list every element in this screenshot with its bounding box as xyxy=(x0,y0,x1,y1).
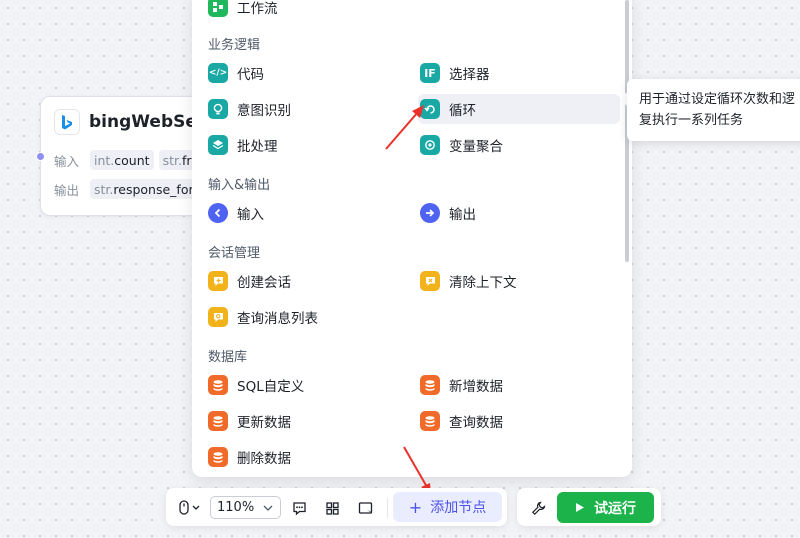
database-add-icon xyxy=(420,375,440,395)
menu-item-variable-merge[interactable]: 变量聚合 xyxy=(418,130,620,160)
minimap-button[interactable] xyxy=(355,497,377,519)
node-outputs-row: 输出 str. response_for xyxy=(54,179,203,199)
menu-item-input[interactable]: 输入 xyxy=(206,198,406,228)
section-title-session: 会话管理 xyxy=(208,246,261,261)
menu-item-intent[interactable]: 意图识别 xyxy=(206,94,406,124)
workflow-icon xyxy=(208,0,228,17)
menu-item-loop[interactable]: 循环 xyxy=(418,94,620,124)
menu-item-delete-data[interactable]: 删除数据 xyxy=(206,442,406,472)
section-title-database: 数据库 xyxy=(208,350,248,365)
test-run-button[interactable]: 试运行 xyxy=(557,492,654,523)
param-tag: int. count xyxy=(90,150,154,170)
merge-icon xyxy=(420,135,440,155)
database-icon xyxy=(208,375,228,395)
toolbar-divider xyxy=(387,498,388,518)
section-title-business: 业务逻辑 xyxy=(208,38,261,53)
output-icon xyxy=(420,203,440,223)
database-search-icon xyxy=(420,411,440,431)
menu-item-output[interactable]: 输出 xyxy=(418,198,620,228)
node-inputs-row: 输入 int. count str. fr xyxy=(54,150,201,170)
menu-item-create-session[interactable]: 创建会话 xyxy=(206,266,406,296)
comment-icon xyxy=(292,501,306,515)
menu-item-insert-data[interactable]: 新增数据 xyxy=(418,370,620,400)
interaction-mode-button[interactable] xyxy=(172,497,204,519)
menu-item-clear-context[interactable]: 清除上下文 xyxy=(418,266,620,296)
menu-item-selector[interactable]: IF 选择器 xyxy=(418,58,620,88)
database-delete-icon xyxy=(208,447,228,467)
minimap-icon xyxy=(358,501,373,514)
menu-item-query-data[interactable]: 查询数据 xyxy=(418,406,620,436)
node-input-label: 输入 xyxy=(54,153,80,169)
node-output-label: 输出 xyxy=(54,182,80,198)
layers-icon xyxy=(208,135,228,155)
menu-item-update-data[interactable]: 更新数据 xyxy=(206,406,406,436)
loop-tooltip: 用于通过设定循环次数和逻 复执行一系列任务 xyxy=(627,79,800,141)
node-input-port[interactable] xyxy=(36,152,45,161)
selector-icon: IF xyxy=(420,63,440,83)
menu-item-code[interactable]: </> 代码 xyxy=(206,58,406,88)
add-node-button[interactable]: + 添加节点 xyxy=(393,492,502,522)
debug-tools-button[interactable] xyxy=(527,497,549,519)
zoom-select[interactable]: 110% xyxy=(210,496,281,519)
auto-layout-button[interactable] xyxy=(321,497,343,519)
chat-search-icon xyxy=(208,307,228,327)
param-tag: str. response_for xyxy=(90,179,198,199)
layout-grid-icon xyxy=(325,501,339,515)
code-icon: </> xyxy=(208,63,228,83)
node-title: bingWebSea xyxy=(89,112,209,132)
menu-item-batch[interactable]: 批处理 xyxy=(206,130,406,160)
param-tag: str. fr xyxy=(158,150,196,170)
database-edit-icon xyxy=(208,411,228,431)
play-icon xyxy=(576,503,584,512)
loop-icon xyxy=(420,99,440,119)
zoom-value: 110% xyxy=(217,500,255,515)
bing-logo-icon xyxy=(54,109,80,135)
plus-icon: + xyxy=(408,497,423,517)
comment-button[interactable] xyxy=(288,497,310,519)
chevron-down-icon xyxy=(263,505,273,511)
menu-item-sql-custom[interactable]: SQL自定义 xyxy=(206,370,406,400)
wrench-icon xyxy=(531,501,545,515)
chat-clear-icon xyxy=(420,271,440,291)
menu-item-workflow[interactable]: 工作流 xyxy=(206,0,406,22)
input-icon xyxy=(208,203,228,223)
node-header: bingWebSea xyxy=(54,109,208,135)
section-title-io: 输入&输出 xyxy=(208,178,271,193)
lightbulb-icon xyxy=(208,99,228,119)
mouse-icon xyxy=(179,500,200,515)
menu-item-query-messages[interactable]: 查询消息列表 xyxy=(206,302,406,332)
chat-plus-icon xyxy=(208,271,228,291)
